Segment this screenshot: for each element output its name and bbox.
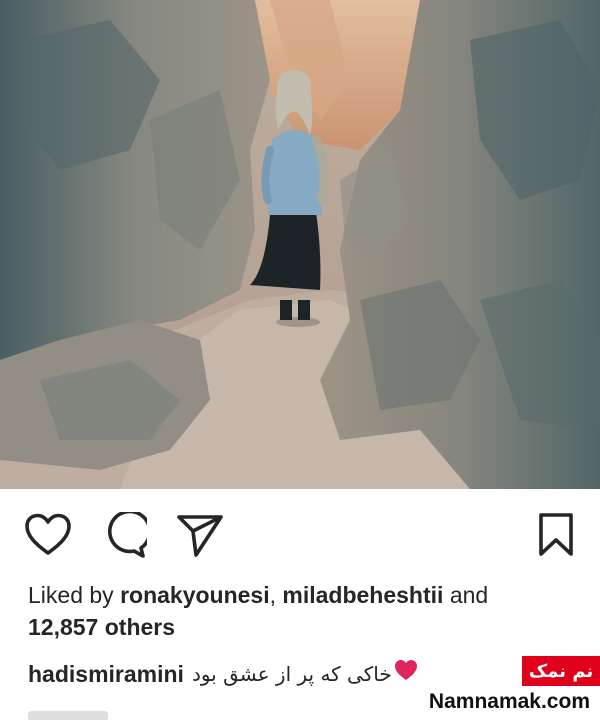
likes-separator: , [269, 582, 283, 608]
bookmark-icon [539, 513, 573, 556]
caption-message: خاکی که پر از عشق بود [191, 662, 392, 686]
heart-outline-icon [25, 513, 71, 555]
comment-bubble-icon [108, 512, 147, 558]
likes-and: and [443, 582, 489, 608]
likes-prefix: Liked by [28, 582, 121, 608]
comment-button[interactable] [98, 511, 150, 559]
post-caption: hadismiramini خاکی که پر از عشق بود [28, 656, 418, 692]
save-button[interactable] [530, 511, 582, 559]
watermark-site: Namnamak.com [428, 690, 590, 713]
watermark-badge: نم نمک [522, 656, 600, 686]
likes-summary: Liked by ronakyounesi, miladbeheshtii an… [28, 579, 588, 643]
caption-username[interactable]: hadismiramini [28, 656, 184, 692]
likes-count-link[interactable]: 12,857 others [28, 614, 175, 640]
red-heart-icon [394, 656, 418, 692]
canyon-photo [0, 0, 600, 489]
post-action-bar [0, 489, 600, 581]
liker-link-1[interactable]: ronakyounesi [120, 582, 270, 608]
post-photo[interactable] [0, 0, 600, 489]
liker-link-2[interactable]: miladbeheshtii [282, 582, 443, 608]
share-button[interactable] [174, 511, 226, 559]
paper-plane-icon [177, 515, 223, 557]
caption-text: خاکی که پر از عشق بود [192, 656, 418, 692]
like-button[interactable] [22, 511, 74, 559]
cut-off-line [28, 708, 208, 720]
